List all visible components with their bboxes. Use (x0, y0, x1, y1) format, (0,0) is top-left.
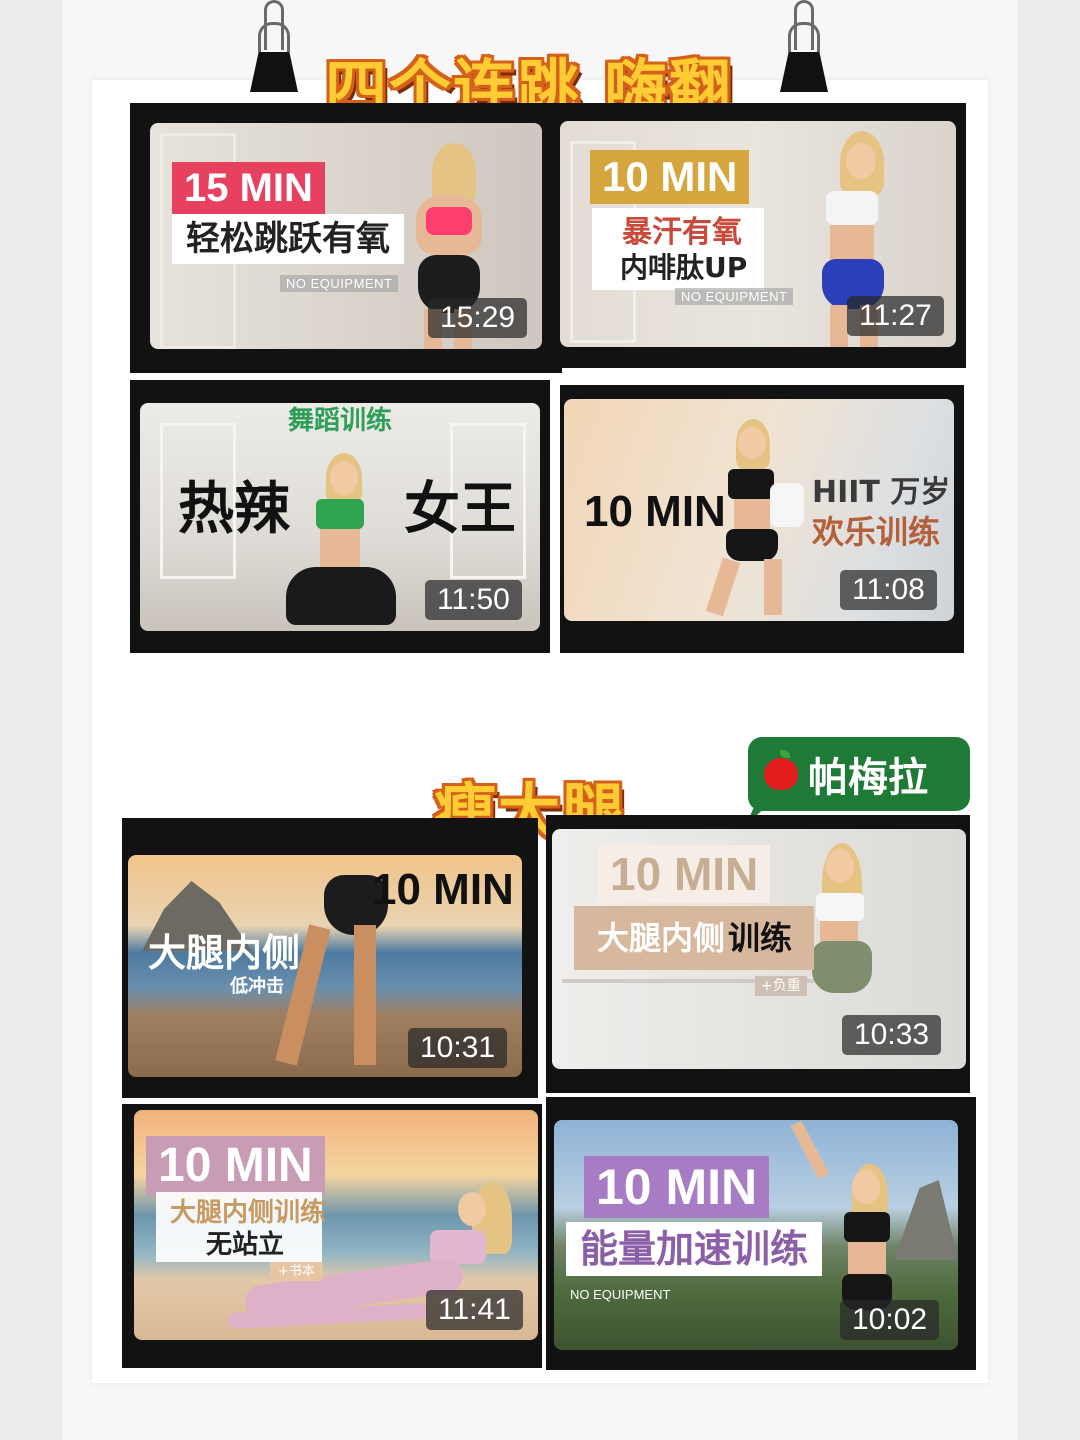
video-title: 轻松跳跃有氧 (172, 214, 404, 264)
video-title-line1: 大腿内侧训练 (170, 1198, 327, 1228)
no-equipment-tag: NO EQUIPMENT (675, 288, 794, 305)
video-title-line1: 暴汗有氧 (622, 215, 742, 250)
video-title-line2: 无站立 (206, 1230, 285, 1260)
video-duration: 10:02 (840, 1300, 940, 1340)
no-equipment-tag: NO EQUIPMENT (280, 275, 399, 292)
binder-clip-right-icon (778, 0, 830, 92)
duration-min-badge: 10 MIN (590, 150, 750, 204)
video-title-line2: 内啡肽UP (620, 251, 748, 284)
sports-bra (316, 499, 364, 529)
video-title-line2: 训练 (728, 919, 793, 957)
sports-bra (844, 1212, 890, 1242)
video-title-left: 热辣 (178, 477, 290, 542)
duration-min-badge: 10 MIN (584, 1156, 770, 1218)
book-tag: +书本 (270, 1262, 323, 1281)
author-name: 帕梅拉 (808, 755, 928, 801)
duration-min-badge: 10 MIN (598, 845, 771, 903)
crop-top (816, 893, 864, 921)
weights-tag: +负重 (755, 976, 807, 996)
video-duration: 11:50 (425, 580, 522, 620)
no-equipment-tag: NO EQUIPMENT (570, 1287, 671, 1302)
sports-bra (728, 469, 774, 499)
sports-bra (826, 191, 878, 225)
video-title-line1: 大腿内侧 (148, 931, 301, 975)
duration-min-badge: 15 MIN (172, 162, 325, 214)
video-title-line1: HIIT 万岁 (812, 475, 951, 510)
video-title-line2: 欢乐训练 (812, 513, 941, 551)
video-duration: 10:31 (408, 1028, 508, 1068)
video-duration: 11:27 (847, 296, 944, 336)
video-title-line1: 大腿内侧 (597, 919, 726, 957)
video-title-right: 女王 (404, 477, 516, 542)
duration-min-badge: 10 MIN (146, 1136, 325, 1196)
shorts (726, 529, 778, 561)
binder-clip-left-icon (248, 0, 300, 92)
mountain (894, 1180, 958, 1260)
video-duration: 15:29 (428, 298, 528, 338)
video-duration: 11:41 (426, 1290, 523, 1330)
video-title-box: 暴汗有氧 内啡肽UP (592, 208, 764, 290)
leggings (286, 567, 396, 625)
video-title: 能量加速训练 (566, 1222, 823, 1276)
video-top-label: 舞蹈训练 (288, 406, 393, 436)
person-hair (432, 143, 476, 203)
foam-roller (770, 483, 804, 527)
person-head (846, 143, 876, 179)
apple-icon (764, 750, 798, 790)
video-duration: 10:33 (842, 1015, 942, 1055)
video-title-line2: 低冲击 (230, 976, 284, 997)
video-duration: 11:08 (840, 570, 937, 610)
duration-min-label: 10 MIN (372, 865, 514, 914)
shorts (812, 941, 872, 993)
sports-bra (426, 207, 472, 235)
duration-min-label: 10 MIN (584, 487, 726, 536)
author-watermark: 帕梅拉 (748, 737, 970, 811)
